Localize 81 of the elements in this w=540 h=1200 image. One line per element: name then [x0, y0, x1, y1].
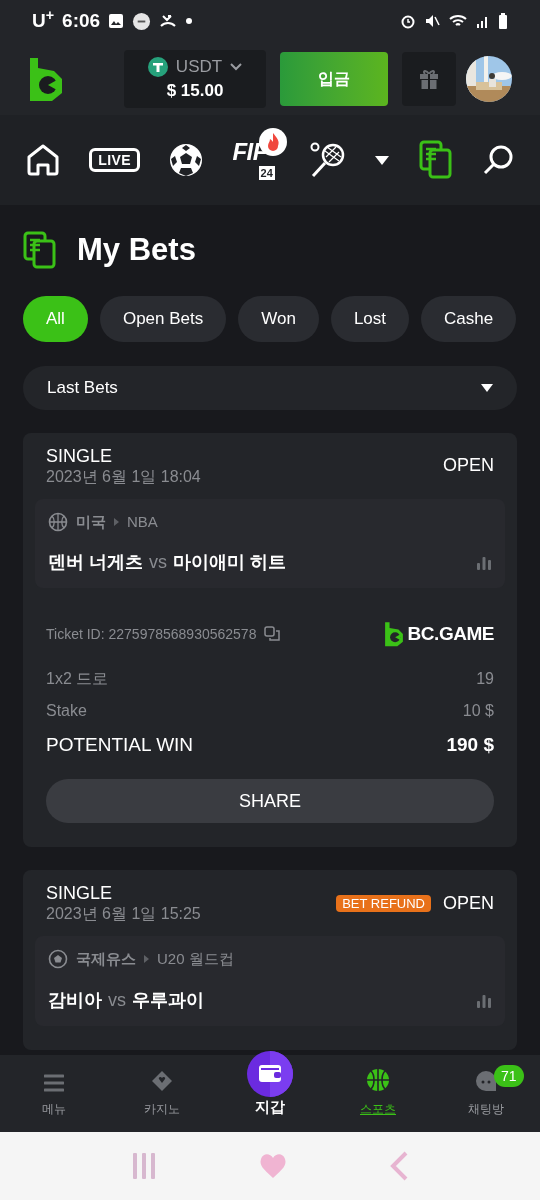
- alarm-icon: [400, 13, 416, 29]
- ticket-id-text: Ticket ID: 2275978568930562578: [46, 624, 257, 644]
- balance-text: $ 15.00: [166, 79, 224, 102]
- nav-tab[interactable]: 지갑: [216, 1055, 324, 1132]
- nav-tab[interactable]: 카지노: [108, 1055, 216, 1132]
- nav-tab[interactable]: 채팅방 71: [432, 1055, 540, 1132]
- event-panel[interactable]: 미국 NBA 덴버 너게츠 vs 마이애미 히트: [35, 498, 505, 588]
- brand-name: BC.GAME: [407, 622, 494, 646]
- gift-button[interactable]: [402, 51, 456, 106]
- team-name: 우루과이: [132, 988, 204, 1012]
- tether-icon: [147, 56, 168, 77]
- bet-date-text: 2023년 6월 1일 18:04: [46, 466, 201, 487]
- soccer-ball-icon: [48, 949, 68, 970]
- bet-type-text: SINGLE: [46, 444, 114, 467]
- cards-icon: [151, 1070, 173, 1092]
- soccer-ball-icon[interactable]: [169, 143, 204, 177]
- country-text: 국제유스: [76, 949, 136, 969]
- filter-tab[interactable]: Cashe: [421, 295, 517, 342]
- event-panel[interactable]: 국제유스 U20 월드컵 감비아 vs 우루과이: [35, 936, 505, 1026]
- league-text: U20 월드컵: [157, 949, 234, 969]
- chat-bubble-icon: [474, 1070, 498, 1092]
- search-icon[interactable]: [481, 144, 514, 176]
- chevron-right-icon: [144, 955, 149, 964]
- team-name: 마이애미 히트: [173, 551, 287, 574]
- dot-icon: [185, 17, 194, 25]
- fifa-year-text: 24: [258, 166, 275, 180]
- caret-icon[interactable]: [375, 155, 390, 165]
- line-label: 1x2 드로: [46, 668, 109, 689]
- bet-type-text: SINGLE: [46, 882, 114, 904]
- bet-status-text: OPEN: [443, 891, 494, 915]
- unread-badge: 71: [494, 1065, 524, 1087]
- bet-status-text: OPEN: [443, 454, 494, 477]
- missed-call-icon: [159, 13, 178, 29]
- line-label: Stake: [46, 700, 87, 721]
- filter-tab[interactable]: Won: [238, 295, 319, 342]
- bets-icon[interactable]: [418, 140, 453, 180]
- home-icon[interactable]: [26, 144, 60, 176]
- filter-tab[interactable]: Lost: [330, 295, 410, 342]
- copy-icon[interactable]: [264, 626, 281, 643]
- live-button[interactable]: LIVE: [89, 148, 140, 172]
- potential-win-value: 190 $: [446, 732, 494, 757]
- balance-selector[interactable]: USDT $ 15.00: [124, 49, 266, 108]
- lock-app-icon: [132, 11, 152, 31]
- logo-icon: [383, 621, 404, 648]
- versus-text: vs: [108, 988, 126, 1012]
- league-text: NBA: [127, 511, 158, 532]
- mute-icon: [424, 13, 440, 29]
- bet-date-text: 2023년 6월 1일 15:25: [46, 904, 201, 924]
- team-name: 감비아: [48, 988, 102, 1012]
- line-value: 19: [476, 668, 494, 689]
- chevron-right-icon: [114, 517, 119, 526]
- menu-icon: [44, 1074, 64, 1092]
- basketball-icon: [48, 511, 68, 532]
- nav-tab[interactable]: 스포츠: [324, 1055, 432, 1132]
- logo-icon: [28, 55, 64, 102]
- team-name: 덴버 너게츠: [48, 551, 143, 574]
- chevron-down-icon: [230, 62, 243, 71]
- stats-icon[interactable]: [476, 555, 492, 570]
- filter-tab[interactable]: Open Bets: [99, 295, 227, 342]
- battery-icon: [498, 12, 508, 30]
- nav-tab[interactable]: 메뉴: [0, 1055, 108, 1132]
- currency-text: USDT: [175, 56, 223, 78]
- bets-icon: [23, 231, 57, 270]
- versus-text: vs: [149, 551, 167, 574]
- potential-win-label: POTENTIAL WIN: [46, 732, 194, 757]
- country-text: 미국: [76, 511, 106, 532]
- share-button[interactable]: SHARE: [46, 779, 494, 823]
- line-value: 10 $: [462, 700, 494, 721]
- tennis-racket-icon[interactable]: [309, 142, 346, 178]
- refund-badge: BET REFUND: [336, 894, 431, 912]
- carrier-text: U$^{+}$: [32, 6, 55, 33]
- clock-text: 6:06: [62, 8, 101, 33]
- gift-icon: [418, 67, 440, 90]
- wifi-icon: [448, 13, 468, 29]
- stats-icon[interactable]: [476, 992, 492, 1008]
- basketball-icon: [366, 1068, 390, 1092]
- period-dropdown[interactable]: Last Bets: [23, 365, 517, 410]
- wallet-icon: [247, 1051, 293, 1097]
- caret-icon: [481, 383, 493, 392]
- page-title: My Bets: [77, 231, 196, 269]
- gallery-icon: [108, 13, 125, 29]
